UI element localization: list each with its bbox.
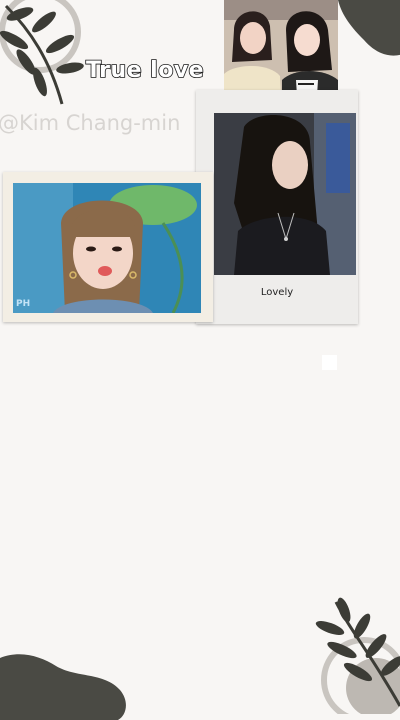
watermark-username: @Kim Chang-min	[0, 111, 181, 135]
leaf-decoration-bottom-right-icon	[315, 597, 400, 714]
leaf-decoration-top-left-icon	[0, 0, 84, 105]
white-square-sticker	[322, 355, 337, 370]
photo-watermark-mark: PH	[16, 299, 31, 309]
blob-decoration-bottom-left	[0, 654, 126, 720]
photo-portrait-bangs	[13, 183, 201, 313]
photo-portrait-dark-hair-image	[214, 113, 356, 275]
photo-portrait-dark-hair	[214, 113, 356, 275]
story-title: True love	[85, 57, 205, 84]
photo-portrait-bangs-image	[13, 183, 201, 313]
blob-decoration-top-right	[338, 0, 400, 56]
polaroid-caption: Lovely	[260, 287, 294, 298]
